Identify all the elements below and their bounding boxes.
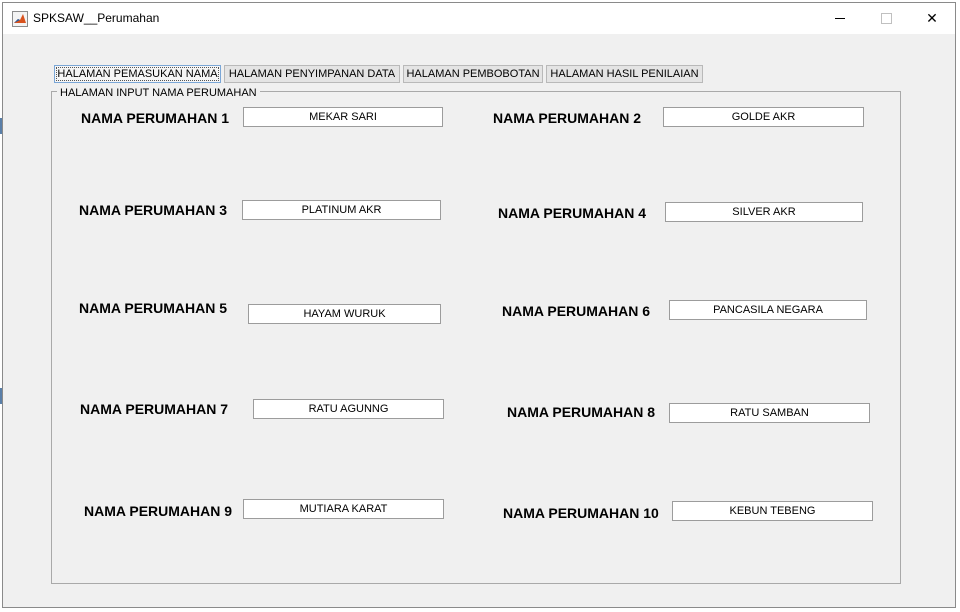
- input-perumahan-6[interactable]: [669, 300, 867, 320]
- input-perumahan-4[interactable]: [665, 202, 863, 222]
- input-perumahan-10[interactable]: [672, 501, 873, 521]
- label-perumahan-8: NAMA PERUMAHAN 8: [507, 404, 656, 420]
- title-bar[interactable]: SPKSAW__Perumahan ✕: [3, 3, 955, 34]
- input-perumahan-9[interactable]: [243, 499, 444, 519]
- input-perumahan-3[interactable]: [242, 200, 441, 220]
- matlab-app-icon: [12, 11, 28, 27]
- label-perumahan-9: NAMA PERUMAHAN 9: [84, 503, 233, 519]
- app-window: SPKSAW__Perumahan ✕ HALAMAN PEMASUKAN NA…: [2, 2, 956, 608]
- label-perumahan-6: NAMA PERUMAHAN 6: [502, 303, 651, 319]
- maximize-button[interactable]: [863, 3, 909, 34]
- label-perumahan-2: NAMA PERUMAHAN 2: [493, 110, 642, 126]
- tab-label: HALAMAN HASIL PENILAIAN: [550, 68, 699, 80]
- label-perumahan-1: NAMA PERUMAHAN 1: [81, 110, 230, 126]
- tab-pemasukan-nama[interactable]: HALAMAN PEMASUKAN NAMA: [54, 65, 221, 83]
- tab-hasil-penilaian[interactable]: HALAMAN HASIL PENILAIAN: [546, 65, 703, 83]
- input-perumahan-8[interactable]: [669, 403, 870, 423]
- panel-title: HALAMAN INPUT NAMA PERUMAHAN: [57, 87, 260, 99]
- input-perumahan-7[interactable]: [253, 399, 444, 419]
- tab-penyimpanan-data[interactable]: HALAMAN PENYIMPANAN DATA: [224, 65, 400, 83]
- tab-label: HALAMAN PEMBOBOTAN: [406, 68, 540, 80]
- input-perumahan-5[interactable]: [248, 304, 441, 324]
- label-perumahan-4: NAMA PERUMAHAN 4: [498, 205, 647, 221]
- label-perumahan-10: NAMA PERUMAHAN 10: [503, 505, 659, 521]
- close-button[interactable]: ✕: [909, 3, 955, 34]
- input-perumahan-1[interactable]: [243, 107, 443, 127]
- label-perumahan-3: NAMA PERUMAHAN 3: [79, 202, 228, 218]
- close-icon: ✕: [926, 10, 938, 26]
- label-perumahan-7: NAMA PERUMAHAN 7: [80, 401, 229, 417]
- minimize-button[interactable]: [817, 3, 863, 34]
- tab-pembobotan[interactable]: HALAMAN PEMBOBOTAN: [403, 65, 543, 83]
- label-perumahan-5: NAMA PERUMAHAN 5: [79, 300, 228, 316]
- window-title: SPKSAW__Perumahan: [33, 11, 160, 25]
- input-perumahan-2[interactable]: [663, 107, 864, 127]
- minimize-icon: [835, 18, 845, 19]
- maximize-icon: [880, 13, 892, 24]
- tab-label: HALAMAN PEMASUKAN NAMA: [56, 67, 219, 81]
- tab-label: HALAMAN PENYIMPANAN DATA: [228, 68, 396, 80]
